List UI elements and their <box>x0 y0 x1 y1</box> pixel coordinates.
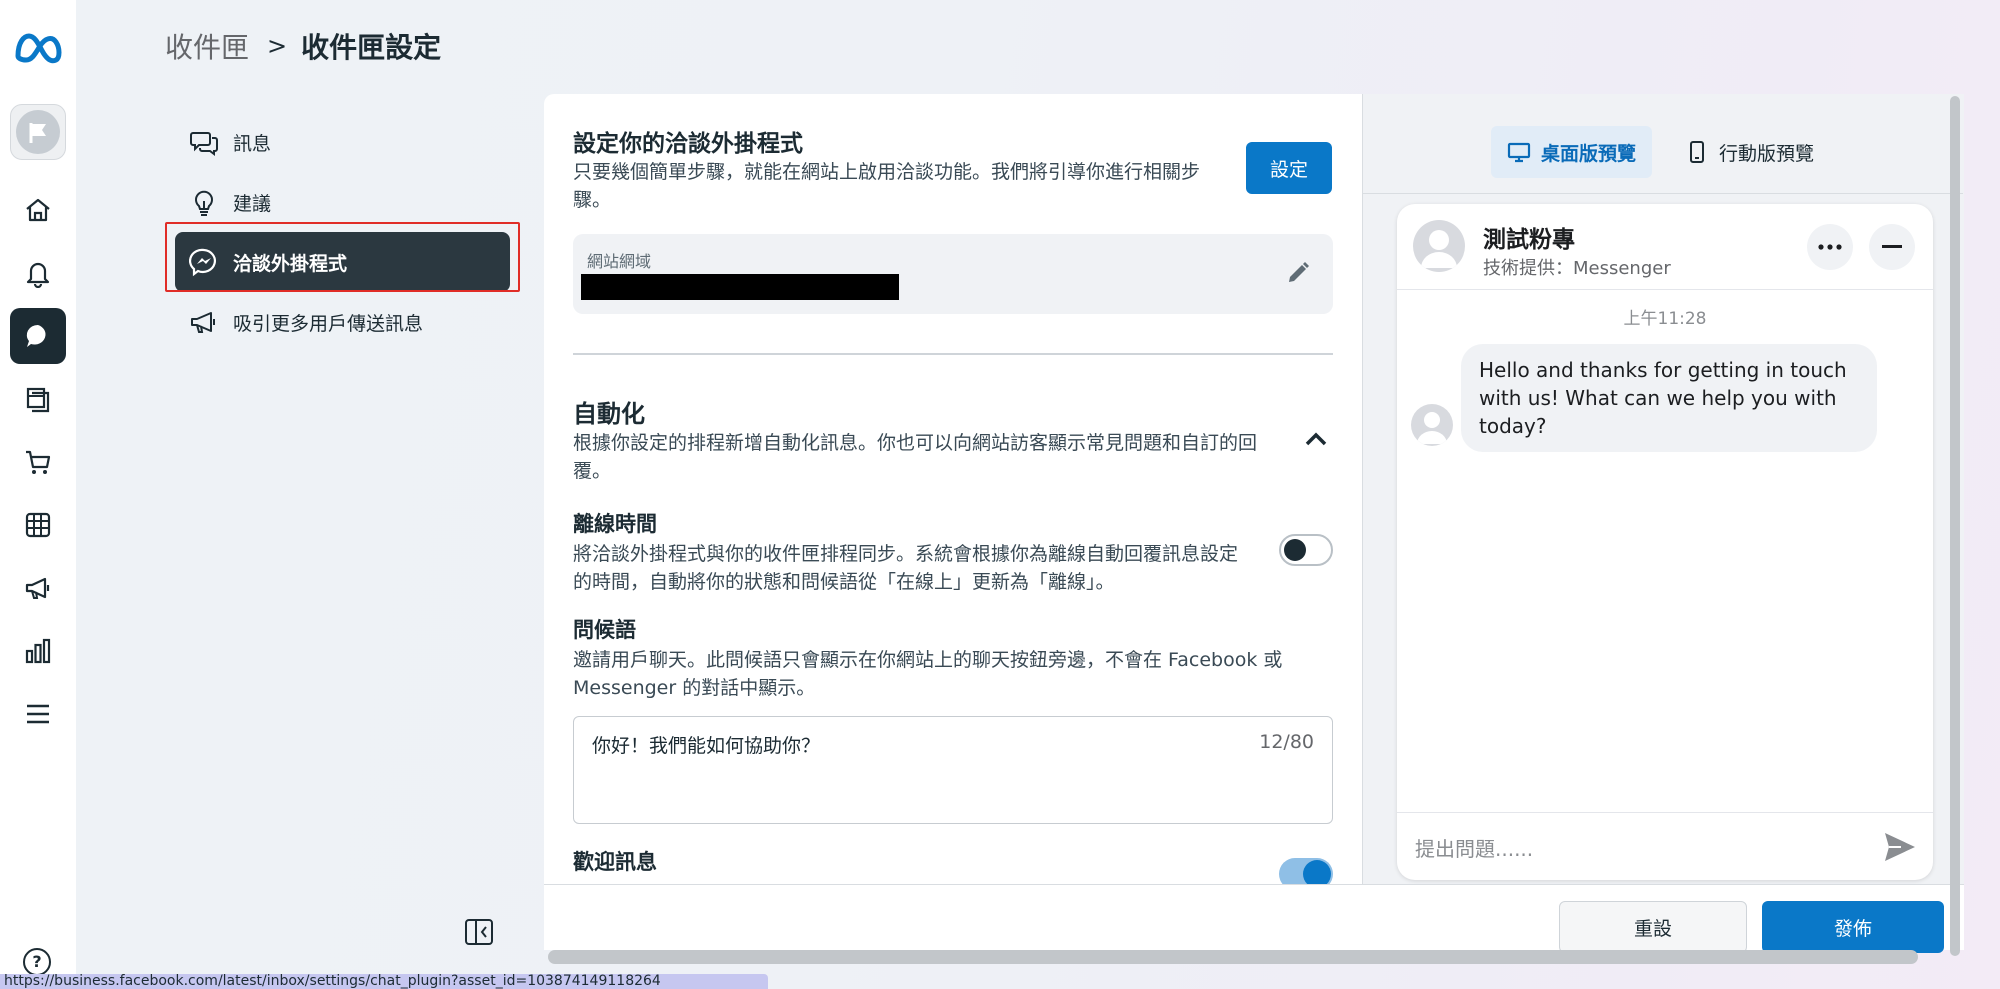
chat-input-row: 提出問題...... <box>1397 812 1933 880</box>
page-title: 收件匣設定 <box>301 31 442 64</box>
subnav-label-suggestions: 建議 <box>233 192 272 215</box>
subnav-item-chat-plugin[interactable]: 洽談外掛程式 <box>175 232 510 292</box>
preview-tabs: 桌面版預覽 行動版預覽 <box>1363 94 1963 194</box>
horizontal-scrollbar[interactable] <box>548 950 1918 964</box>
home-icon[interactable] <box>10 182 66 238</box>
desktop-monitor-icon <box>1507 142 1531 163</box>
tab-desktop-label: 桌面版預覽 <box>1541 142 1637 165</box>
greeting-textarea[interactable]: 你好！我們能如何協助你？ 12/80 <box>573 716 1333 824</box>
offline-hours-toggle[interactable] <box>1279 534 1333 566</box>
toggle-knob <box>1303 860 1331 884</box>
more-options-icon[interactable] <box>1807 224 1853 270</box>
subnav-item-get-more-messages[interactable]: 吸引更多用戶傳送訊息 <box>175 292 515 352</box>
chat-timestamp: 上午11:28 <box>1623 309 1707 329</box>
tab-mobile-preview[interactable]: 行動版預覽 <box>1669 126 1830 178</box>
help-icon[interactable]: ? <box>23 948 51 976</box>
edit-pencil-icon[interactable] <box>1285 260 1311 286</box>
toggle-knob <box>1284 539 1306 561</box>
automation-description: 根據你設定的排程新增自動化訊息。你也可以向網站訪客顯示常見問題和自訂的回覆。 <box>573 432 1258 482</box>
menu-hamburger-icon[interactable] <box>10 686 66 742</box>
website-domain-label: 網站網域 <box>587 252 652 271</box>
inbox-chat-icon[interactable] <box>10 308 66 364</box>
mobile-phone-icon <box>1690 141 1704 163</box>
bell-icon[interactable] <box>10 245 66 301</box>
preview-panel: 桌面版預覽 行動版預覽 測試粉專 技術提供：Messenger 上午11:28 … <box>1362 94 1964 884</box>
collapse-sidebar-icon[interactable] <box>464 918 494 946</box>
tab-desktop-preview[interactable]: 桌面版預覽 <box>1491 126 1653 178</box>
section-divider <box>573 353 1333 355</box>
table-grid-icon[interactable] <box>10 497 66 553</box>
welcome-message-toggle[interactable] <box>1279 858 1333 884</box>
message-sender-avatar <box>1411 404 1453 446</box>
page-avatar[interactable] <box>10 104 66 160</box>
left-rail: ? <box>0 0 76 989</box>
publish-button[interactable]: 發佈 <box>1762 901 1944 953</box>
setup-title: 設定你的洽談外掛程式 <box>573 131 803 157</box>
chevron-up-icon[interactable] <box>1299 424 1333 454</box>
subnav-item-messages[interactable]: 訊息 <box>175 112 515 172</box>
subnav-item-suggestions[interactable]: 建議 <box>175 172 515 232</box>
redacted-domain-value <box>581 274 899 300</box>
greeting-description: 邀請用戶聊天。此問候語只會顯示在你網站上的聊天按鈕旁邊，不會在 Facebook… <box>573 649 1283 699</box>
subnav-label-messages: 訊息 <box>233 132 272 155</box>
chevron-right-icon: > <box>267 32 288 60</box>
chat-bubbles-icon <box>190 132 218 156</box>
automation-section: 自動化 根據你設定的排程新增自動化訊息。你也可以向網站訪客顯示常見問題和自訂的回… <box>573 394 1263 485</box>
greeting-title: 問候語 <box>573 618 636 642</box>
greeting-char-counter: 12/80 <box>1259 731 1314 753</box>
megaphone-icon <box>191 312 215 333</box>
greeting-value: 你好！我們能如何協助你？ <box>592 735 821 757</box>
automation-title: 自動化 <box>573 400 645 428</box>
shopping-cart-icon[interactable] <box>10 434 66 490</box>
vertical-scrollbar[interactable] <box>1950 96 1960 956</box>
setup-description: 只要幾個簡單步驟，就能在網站上啟用洽談功能。我們將引導你進行相關步驟。 <box>573 161 1201 211</box>
chat-preview-window: 測試粉專 技術提供：Messenger 上午11:28 Hello and th… <box>1397 204 1933 880</box>
chat-header: 測試粉專 技術提供：Messenger <box>1397 204 1933 290</box>
settings-subnav: 訊息 建議 洽談外掛程式 吸引更多用戶傳送訊息 <box>175 112 515 352</box>
setup-button[interactable]: 設定 <box>1246 142 1332 194</box>
welcome-message-bubble: Hello and thanks for getting in touch wi… <box>1461 344 1877 452</box>
tab-mobile-label: 行動版預覽 <box>1719 142 1815 165</box>
welcome-message-section: 歡迎訊息 <box>573 846 1313 878</box>
reset-button[interactable]: 重設 <box>1559 901 1747 953</box>
chat-input-placeholder[interactable]: 提出問題...... <box>1415 833 1533 862</box>
subnav-label-get-more-messages: 吸引更多用戶傳送訊息 <box>233 312 424 335</box>
subnav-label-chat-plugin: 洽談外掛程式 <box>233 252 348 275</box>
offline-hours-description: 將洽談外掛程式與你的收件匣排程同步。系統會根據你為離線自動回覆訊息設定的時間，自… <box>573 543 1239 593</box>
page-profile-avatar <box>1413 220 1465 272</box>
chat-powered-by: 技術提供：Messenger <box>1483 258 1671 279</box>
minimize-icon[interactable] <box>1869 224 1915 270</box>
breadcrumb-inbox-link[interactable]: 收件匣 <box>165 26 249 66</box>
status-bar-url: https://business.facebook.com/latest/inb… <box>0 974 768 989</box>
greeting-section: 問候語 邀請用戶聊天。此問候語只會顯示在你網站上的聊天按鈕旁邊，不會在 Face… <box>573 614 1333 702</box>
chat-page-name: 測試粉專 <box>1483 227 1575 253</box>
send-icon[interactable] <box>1883 831 1917 863</box>
footer-action-bar: 重設 發佈 <box>544 884 1964 953</box>
meta-logo-icon[interactable] <box>12 28 64 68</box>
messenger-icon <box>189 248 216 277</box>
welcome-message-title: 歡迎訊息 <box>573 850 657 874</box>
content-pages-icon[interactable] <box>10 371 66 427</box>
flag-icon <box>16 110 60 154</box>
offline-hours-title: 離線時間 <box>573 512 657 536</box>
breadcrumb: 收件匣 > 收件匣設定 <box>165 26 441 66</box>
chat-plugin-settings-panel: 設定你的洽談外掛程式 只要幾個簡單步驟，就能在網站上啟用洽談功能。我們將引導你進… <box>544 94 1364 884</box>
setup-section: 設定你的洽談外掛程式 只要幾個簡單步驟，就能在網站上啟用洽談功能。我們將引導你進… <box>573 124 1213 214</box>
offline-hours-section: 離線時間 將洽談外掛程式與你的收件匣排程同步。系統會根據你為離線自動回覆訊息設定… <box>573 508 1253 596</box>
website-domain-field[interactable]: 網站網域 <box>573 234 1333 314</box>
lightbulb-icon <box>195 190 213 216</box>
ads-megaphone-icon[interactable] <box>10 560 66 616</box>
insights-bar-chart-icon[interactable] <box>10 623 66 679</box>
